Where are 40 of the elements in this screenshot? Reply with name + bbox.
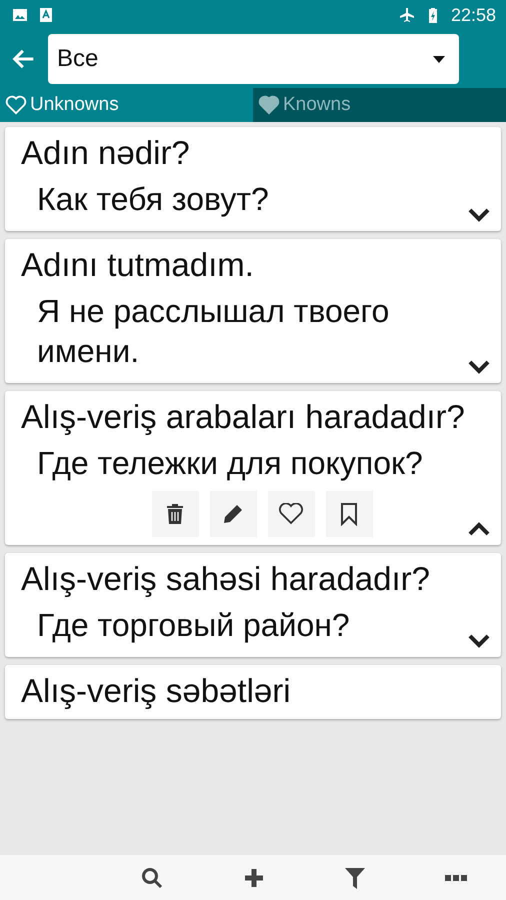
expand-chevron-icon[interactable]	[467, 633, 491, 649]
phrase-card[interactable]: Adını tutmadım. Я не расслышал твоего имени.	[5, 239, 501, 383]
translation-text: Где тележки для покупок?	[36, 444, 424, 483]
tab[interactable]: Knowns	[253, 88, 506, 122]
trash-icon	[165, 503, 185, 525]
phrase-text: Adın nədir?	[21, 133, 191, 173]
bookmark-button[interactable]	[326, 491, 372, 537]
expand-chevron-icon[interactable]	[467, 207, 491, 223]
phrase-text: Alış-veriş səbətləri	[21, 671, 292, 711]
phrase-text: Alış-veriş arabaları haradadır?	[21, 397, 466, 437]
notification-icon	[38, 7, 54, 23]
image-icon	[12, 7, 28, 23]
category-dropdown[interactable]: Все	[48, 34, 459, 84]
tab[interactable]: Unknowns	[0, 88, 253, 122]
heart-icon	[5, 95, 27, 115]
more-icon[interactable]	[444, 874, 466, 882]
translation-text: Где торговый район?	[36, 606, 351, 645]
heart-icon	[258, 95, 280, 115]
delete-button[interactable]	[152, 491, 198, 537]
translation-text: Я не расслышал твоего имени.	[36, 292, 390, 371]
favorite-button[interactable]	[268, 491, 314, 537]
add-icon[interactable]	[242, 866, 264, 888]
clock: 22:58	[450, 4, 496, 26]
collapse-chevron-icon[interactable]	[467, 521, 491, 537]
phrase-text: Alış-veriş sahəsi haradadır?	[21, 559, 432, 599]
search-icon[interactable]	[140, 866, 164, 890]
airplane-icon	[398, 7, 415, 23]
phrase-card[interactable]: Alış-veriş arabaları haradadır? Где тележки для покупок?	[5, 391, 501, 545]
expand-chevron-icon[interactable]	[467, 359, 491, 375]
phrase-card[interactable]: Adın nədir? Как тебя зовут?	[5, 127, 501, 231]
dropdown-caret-icon	[433, 56, 445, 62]
pencil-icon	[222, 503, 244, 525]
bookmark-icon	[340, 502, 358, 526]
filter-icon[interactable]	[344, 866, 366, 890]
translation-text: Как тебя зовут?	[36, 180, 270, 219]
edit-button[interactable]	[210, 491, 256, 537]
phrase-card[interactable]: Alış-veriş səbətləri	[5, 665, 501, 719]
phrase-card[interactable]: Alış-veriş sahəsi haradadır? Где торговый район?	[5, 553, 501, 657]
heart-icon	[278, 503, 304, 525]
phrase-text: Adını tutmadım.	[21, 245, 255, 285]
